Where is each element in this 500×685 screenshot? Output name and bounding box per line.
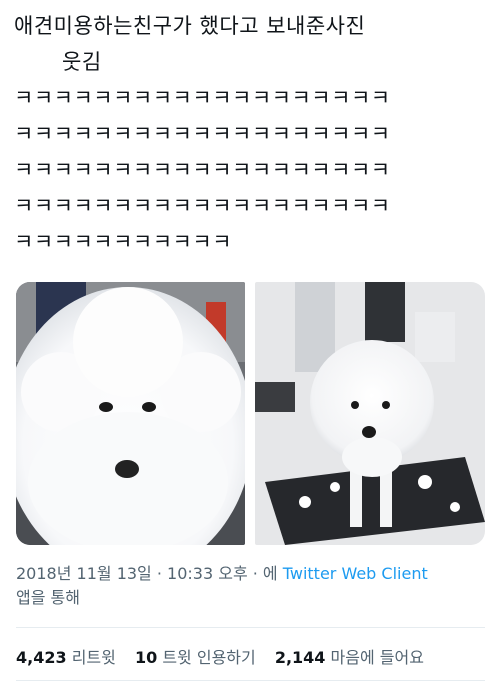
divider — [16, 627, 485, 628]
tweet-media — [16, 282, 485, 545]
tweet-line: 웃김 — [62, 50, 102, 74]
tweet-line: ㅋㅋㅋㅋㅋㅋㅋㅋㅋㅋㅋㅋㅋㅋㅋㅋㅋㅋㅋ — [14, 86, 391, 110]
tweet-line: 애견미용하는친구가 했다고 보내준사진 — [14, 14, 366, 38]
tweet-photo-2[interactable] — [255, 282, 485, 545]
tweet-line: ㅋㅋㅋㅋㅋㅋㅋㅋㅋㅋㅋㅋㅋㅋㅋㅋㅋㅋㅋ — [14, 194, 391, 218]
tweet-line: ㅋㅋㅋㅋㅋㅋㅋㅋㅋㅋㅋ — [14, 230, 233, 254]
tweet-photo-1[interactable] — [16, 282, 245, 545]
tweet-line: ㅋㅋㅋㅋㅋㅋㅋㅋㅋㅋㅋㅋㅋㅋㅋㅋㅋㅋㅋ — [14, 158, 391, 182]
tweet-timestamp[interactable]: 2018년 11월 13일 · 10:33 오후 · 에 — [16, 564, 278, 583]
retweets-count: 4,423 — [16, 648, 67, 667]
retweets-label: 리트윗 — [71, 648, 116, 667]
tweet-via-suffix: 앱을 통해 — [16, 588, 80, 607]
tweet-source-link[interactable]: Twitter Web Client — [283, 564, 428, 583]
tweet-meta: 2018년 11월 13일 · 10:33 오후 · 에 Twitter Web… — [16, 562, 486, 610]
quotes-label: 트윗 인용하기 — [162, 648, 256, 667]
likes-count: 2,144 — [274, 648, 326, 667]
tweet-text: 애견미용하는친구가 했다고 보내준사진 웃김 ㅋㅋㅋㅋㅋㅋㅋㅋㅋㅋㅋㅋㅋㅋㅋㅋㅋ… — [14, 8, 484, 260]
likes-label: 마음에 들어요 — [330, 648, 424, 667]
tweet-stats: 4,423 리트윗 10 트윗 인용하기 2,144 마음에 들어요 — [16, 644, 438, 668]
divider — [16, 680, 485, 681]
tweet-line: ㅋㅋㅋㅋㅋㅋㅋㅋㅋㅋㅋㅋㅋㅋㅋㅋㅋㅋㅋ — [14, 122, 391, 146]
quotes-stat[interactable]: 10 트윗 인용하기 — [135, 648, 261, 667]
quotes-count: 10 — [134, 648, 158, 667]
retweets-stat[interactable]: 4,423 리트윗 — [16, 648, 121, 667]
likes-stat[interactable]: 2,144 마음에 들어요 — [275, 648, 424, 667]
